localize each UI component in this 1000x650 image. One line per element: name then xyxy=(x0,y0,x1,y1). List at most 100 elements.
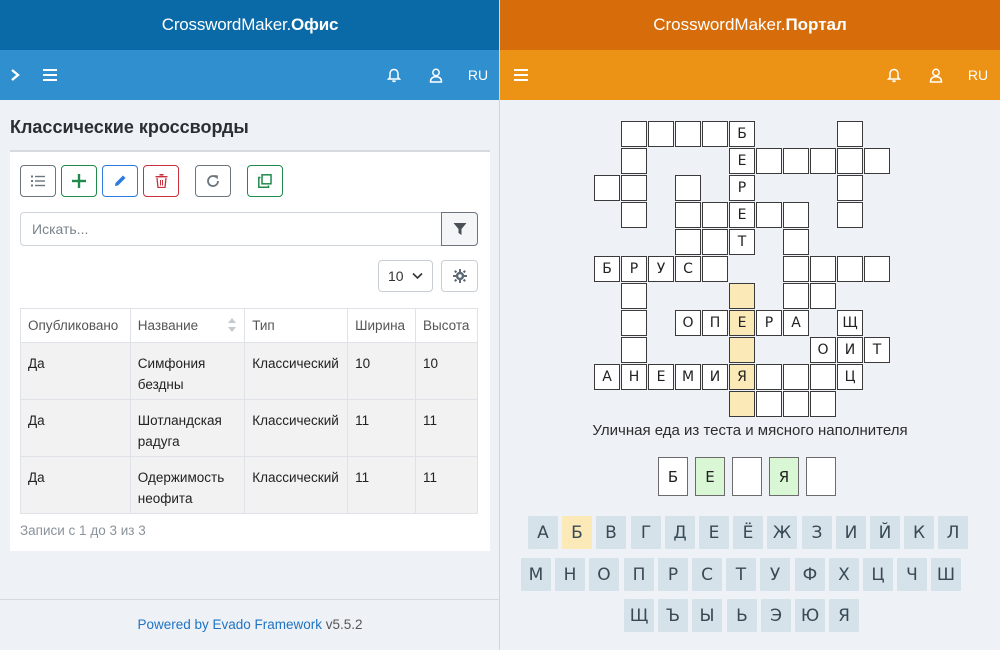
answer-letter-box[interactable]: Я xyxy=(769,457,799,496)
crossword-cell[interactable] xyxy=(783,229,809,255)
letter-key[interactable]: Щ xyxy=(624,599,654,632)
crossword-cell[interactable] xyxy=(702,202,728,228)
add-button[interactable] xyxy=(61,165,97,197)
letter-key[interactable]: Э xyxy=(761,599,791,632)
crossword-cell[interactable] xyxy=(810,364,836,390)
letter-key[interactable]: Х xyxy=(829,558,859,591)
crossword-cell[interactable] xyxy=(621,121,647,147)
crossword-cell[interactable] xyxy=(864,148,890,174)
refresh-button[interactable] xyxy=(195,165,231,197)
column-header-name[interactable]: Название xyxy=(129,308,246,343)
crossword-cell[interactable] xyxy=(621,202,647,228)
crossword-cell[interactable] xyxy=(864,256,890,282)
letter-key[interactable]: И xyxy=(836,516,866,549)
letter-key[interactable]: Ч xyxy=(897,558,927,591)
language-switch[interactable]: RU xyxy=(966,50,990,100)
column-header-type[interactable]: Тип xyxy=(244,308,349,343)
crossword-cell[interactable]: Р xyxy=(756,310,782,336)
language-switch[interactable]: RU xyxy=(466,50,490,100)
crossword-cell[interactable]: Ц xyxy=(837,364,863,390)
letter-key[interactable]: Ы xyxy=(692,599,722,632)
crossword-cell[interactable] xyxy=(783,283,809,309)
letter-key[interactable]: Е xyxy=(699,516,729,549)
crossword-cell[interactable] xyxy=(756,202,782,228)
crossword-cell[interactable] xyxy=(783,148,809,174)
page-size-select[interactable]: 10 xyxy=(378,260,433,292)
letter-key[interactable]: С xyxy=(692,558,722,591)
letter-key[interactable]: А xyxy=(528,516,558,549)
crossword-cell-active[interactable] xyxy=(729,391,755,417)
crossword-cell[interactable]: М xyxy=(675,364,701,390)
letter-key[interactable]: Ш xyxy=(931,558,961,591)
letter-key[interactable]: О xyxy=(589,558,619,591)
crossword-cell[interactable] xyxy=(648,121,674,147)
crossword-cell[interactable]: О xyxy=(675,310,701,336)
crossword-cell[interactable]: Щ xyxy=(837,310,863,336)
column-header-width[interactable]: Ширина xyxy=(347,308,416,343)
crossword-cell[interactable]: У xyxy=(648,256,674,282)
letter-key[interactable]: Й xyxy=(870,516,900,549)
crossword-cell[interactable]: О xyxy=(810,337,836,363)
crossword-cell-active[interactable]: Е xyxy=(729,310,755,336)
crossword-cell[interactable] xyxy=(783,364,809,390)
menu-icon[interactable] xyxy=(511,50,531,100)
settings-button[interactable] xyxy=(441,260,478,292)
crossword-cell[interactable]: С xyxy=(675,256,701,282)
table-row[interactable]: Да Шотландская радуга Классический 11 11 xyxy=(20,399,478,457)
column-header-height[interactable]: Высота xyxy=(415,308,478,343)
crossword-cell[interactable]: Б xyxy=(729,121,755,147)
crossword-cell[interactable] xyxy=(837,121,863,147)
crossword-cell[interactable]: Е xyxy=(729,148,755,174)
crossword-cell[interactable] xyxy=(810,256,836,282)
crossword-cell[interactable] xyxy=(837,175,863,201)
crossword-cell[interactable]: И xyxy=(702,364,728,390)
letter-key[interactable]: М xyxy=(521,558,551,591)
expand-chevron-icon[interactable] xyxy=(6,50,24,100)
crossword-cell[interactable] xyxy=(837,202,863,228)
answer-letter-box[interactable] xyxy=(806,457,836,496)
letter-key[interactable]: З xyxy=(802,516,832,549)
crossword-cell[interactable]: П xyxy=(702,310,728,336)
crossword-cell[interactable]: И xyxy=(837,337,863,363)
crossword-cell[interactable]: Б xyxy=(594,256,620,282)
crossword-cell[interactable] xyxy=(675,121,701,147)
list-view-button[interactable] xyxy=(20,165,56,197)
letter-key[interactable]: Л xyxy=(938,516,968,549)
crossword-cell[interactable]: Т xyxy=(864,337,890,363)
table-row[interactable]: Да Одержимость неофита Классический 11 1… xyxy=(20,456,478,514)
letter-key[interactable]: Ъ xyxy=(658,599,688,632)
letter-key[interactable]: Б xyxy=(562,516,592,549)
crossword-cell[interactable] xyxy=(810,148,836,174)
clone-button[interactable] xyxy=(247,165,283,197)
crossword-cell[interactable] xyxy=(621,175,647,201)
bell-icon[interactable] xyxy=(884,50,904,100)
letter-key[interactable]: Т xyxy=(726,558,756,591)
filter-button[interactable] xyxy=(441,212,478,246)
crossword-cell[interactable] xyxy=(783,391,809,417)
crossword-cell[interactable] xyxy=(675,202,701,228)
letter-key[interactable]: У xyxy=(760,558,790,591)
crossword-cell[interactable] xyxy=(756,364,782,390)
crossword-cell[interactable] xyxy=(621,148,647,174)
letter-key[interactable]: Ф xyxy=(795,558,825,591)
crossword-cell[interactable] xyxy=(810,283,836,309)
letter-key[interactable]: Н xyxy=(555,558,585,591)
crossword-cell[interactable] xyxy=(756,148,782,174)
letter-key[interactable]: Р xyxy=(658,558,688,591)
crossword-cell[interactable] xyxy=(675,175,701,201)
crossword-cell[interactable] xyxy=(702,229,728,255)
answer-letter-box[interactable] xyxy=(732,457,762,496)
column-header-published[interactable]: Опубликовано xyxy=(20,308,131,343)
crossword-cell[interactable] xyxy=(810,391,836,417)
letter-key[interactable]: Я xyxy=(829,599,859,632)
crossword-cell[interactable]: Р xyxy=(729,175,755,201)
crossword-cell[interactable] xyxy=(837,256,863,282)
crossword-cell[interactable] xyxy=(783,256,809,282)
crossword-cell[interactable] xyxy=(702,256,728,282)
answer-letter-box[interactable]: Е xyxy=(695,457,725,496)
crossword-cell[interactable]: Е xyxy=(648,364,674,390)
crossword-cell[interactable] xyxy=(594,175,620,201)
user-icon[interactable] xyxy=(426,50,446,100)
letter-key[interactable]: П xyxy=(624,558,654,591)
framework-link[interactable]: Powered by Evado Framework xyxy=(137,617,322,632)
